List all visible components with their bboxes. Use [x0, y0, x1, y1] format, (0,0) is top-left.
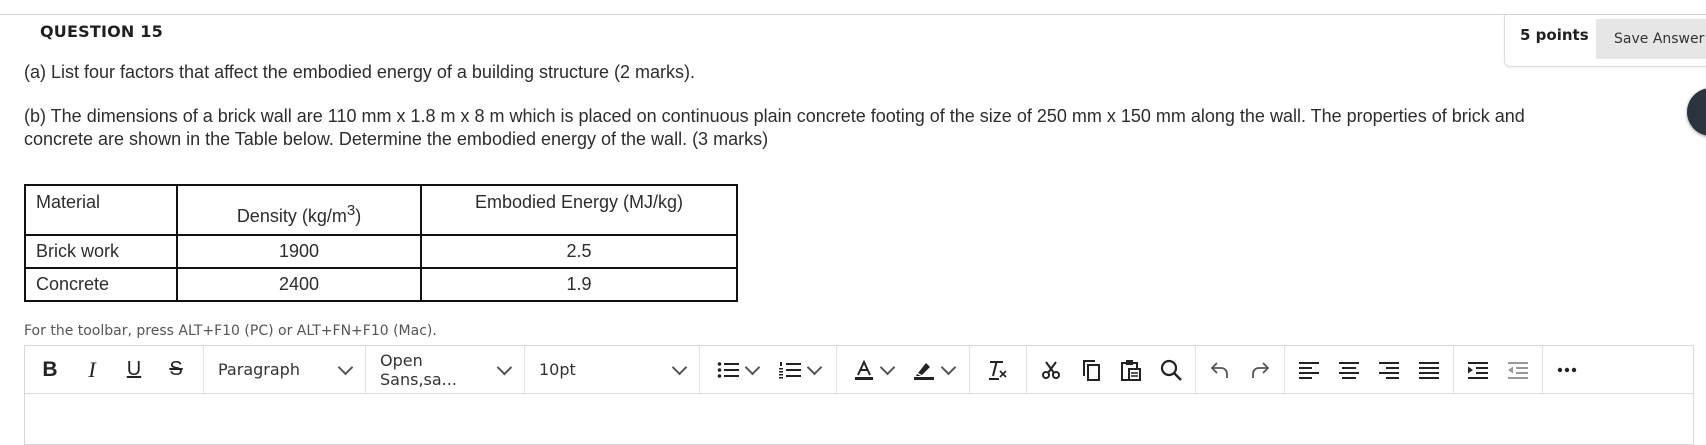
alignment-group	[1285, 346, 1454, 393]
chevron-down-icon	[671, 359, 688, 375]
numbered-list-button[interactable]	[768, 353, 830, 387]
cell-material: Concrete	[24, 267, 178, 302]
font-size-select[interactable]: 10pt	[525, 346, 700, 393]
redo-button[interactable]	[1240, 353, 1280, 387]
material-properties-table: Material Density (kg/m3) Embodied Energy…	[24, 184, 738, 302]
save-answer-button[interactable]: Save Answer	[1596, 19, 1706, 59]
header-material: Material	[24, 184, 178, 236]
underline-button[interactable]: U	[113, 353, 155, 387]
align-center-icon	[1339, 361, 1359, 379]
indent-group	[1454, 346, 1543, 393]
more-button[interactable]	[1543, 353, 1591, 387]
cell-energy: 2.5	[420, 234, 738, 269]
color-group	[837, 346, 970, 393]
header-density-label: Density (kg/m	[236, 205, 347, 226]
editor-toolbar: B I U S Paragraph Open Sans,sa... 10pt	[25, 346, 1693, 394]
cell-energy: 1.9	[420, 267, 738, 302]
question-part-b-line1: (b) The dimensions of a brick wall are 1…	[24, 106, 1525, 126]
chevron-down-icon	[879, 359, 895, 375]
undo-icon	[1210, 360, 1230, 380]
table-row: Concrete 2400 1.9	[24, 267, 738, 302]
align-left-icon	[1299, 361, 1319, 379]
more-icon	[1557, 367, 1577, 373]
copy-button[interactable]	[1071, 353, 1111, 387]
chevron-down-icon	[337, 359, 354, 375]
history-group	[1196, 346, 1285, 393]
list-group	[700, 346, 837, 393]
cut-button[interactable]	[1031, 353, 1071, 387]
format-group: B I U S	[25, 346, 204, 393]
indent-button[interactable]	[1458, 353, 1498, 387]
cell-density: 1900	[176, 234, 422, 269]
clear-format-icon	[987, 360, 1009, 380]
clear-group	[970, 346, 1027, 393]
cut-icon	[1041, 360, 1061, 380]
question-part-a: (a) List four factors that affect the em…	[24, 62, 695, 82]
header-density-exponent: 3	[346, 201, 356, 219]
chevron-down-icon	[806, 359, 822, 375]
cell-density: 2400	[176, 267, 422, 302]
block-format-value: Paragraph	[218, 360, 300, 379]
outdent-button[interactable]	[1498, 353, 1538, 387]
floating-help-button[interactable]	[1687, 88, 1706, 136]
font-family-value: Open Sans,sa...	[380, 350, 457, 389]
copy-icon	[1081, 359, 1101, 381]
redo-icon	[1250, 360, 1270, 380]
justify-button[interactable]	[1409, 353, 1449, 387]
cell-material: Brick work	[24, 234, 178, 269]
block-format-select[interactable]: Paragraph	[204, 346, 366, 393]
bullet-list-button[interactable]	[706, 353, 768, 387]
find-button[interactable]	[1151, 353, 1191, 387]
text-color-icon	[854, 359, 874, 380]
undo-button[interactable]	[1200, 353, 1240, 387]
highlight-icon	[913, 360, 935, 380]
find-icon	[1160, 359, 1182, 381]
header-density: Density (kg/m3)	[176, 184, 422, 236]
outdent-icon	[1508, 361, 1528, 379]
strikethrough-button[interactable]: S	[155, 353, 197, 387]
bold-button[interactable]: B	[29, 353, 71, 387]
align-right-button[interactable]	[1369, 353, 1409, 387]
font-family-select[interactable]: Open Sans,sa...	[366, 346, 525, 393]
justify-icon	[1419, 361, 1439, 379]
chevron-down-icon	[744, 359, 760, 375]
align-right-icon	[1379, 361, 1399, 379]
bullet-list-icon	[717, 361, 739, 379]
question-title: QUESTION 15	[40, 22, 163, 41]
table-row: Brick work 1900 2.5	[24, 234, 738, 269]
header-density-close: )	[355, 205, 362, 226]
paste-button[interactable]	[1111, 353, 1151, 387]
highlight-button[interactable]	[903, 353, 963, 387]
text-color-button[interactable]	[843, 353, 903, 387]
font-size-value: 10pt	[539, 360, 576, 379]
table-header-row: Material Density (kg/m3) Embodied Energy…	[24, 184, 738, 236]
numbered-list-icon	[778, 361, 801, 379]
clear-formatting-button[interactable]	[976, 353, 1020, 387]
points-label: 5 points	[1520, 26, 1589, 44]
align-center-button[interactable]	[1329, 353, 1369, 387]
top-divider	[0, 14, 1706, 15]
indent-icon	[1468, 361, 1488, 379]
toolbar-hint: For the toolbar, press ALT+F10 (PC) or A…	[24, 323, 437, 339]
clipboard-group	[1027, 346, 1196, 393]
header-embodied-energy: Embodied Energy (MJ/kg)	[420, 184, 738, 236]
paste-icon	[1120, 359, 1142, 381]
chevron-down-icon	[940, 359, 956, 375]
question-part-b-line2: concrete are shown in the Table below. D…	[24, 129, 769, 149]
italic-button[interactable]: I	[71, 353, 113, 387]
align-left-button[interactable]	[1289, 353, 1329, 387]
